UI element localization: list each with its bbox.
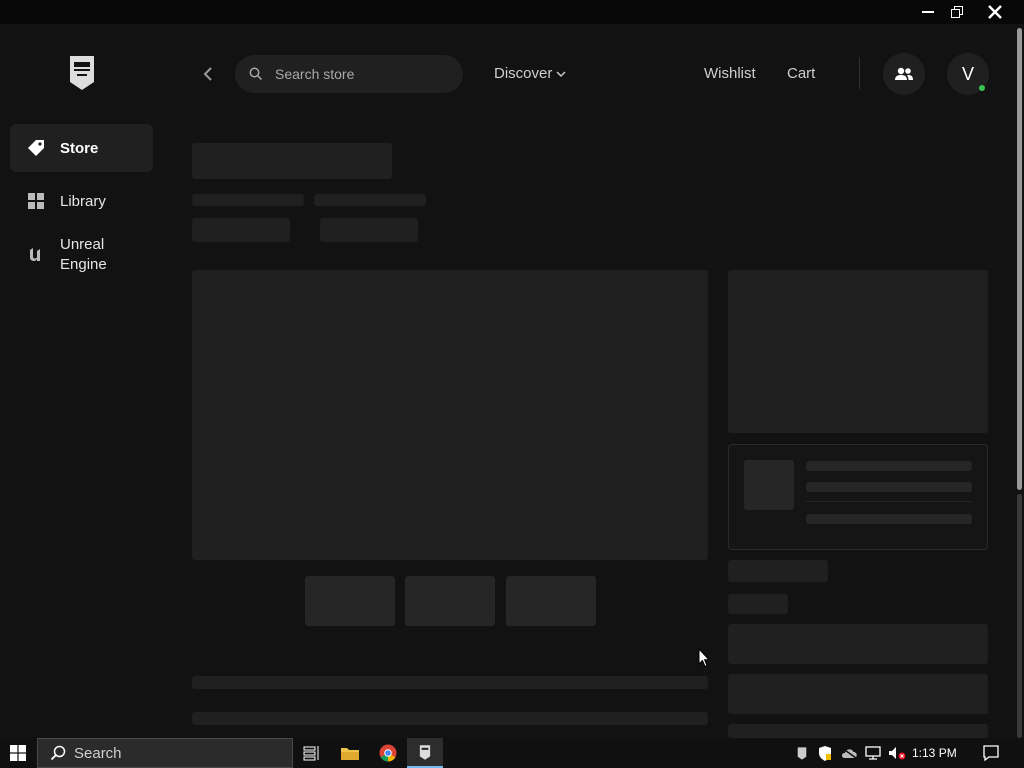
sidebar-item-label: Store [60, 139, 99, 157]
file-explorer-button[interactable] [332, 738, 368, 768]
skeleton-thumbnail [305, 576, 395, 626]
tray-network-icon[interactable] [864, 738, 882, 768]
online-status-badge [979, 85, 985, 91]
skeleton-meta-2 [314, 194, 426, 206]
search-store-field[interactable] [235, 55, 463, 93]
task-view-button[interactable] [294, 738, 330, 768]
sidebar-item-label: Library [60, 192, 106, 210]
task-view-icon [303, 746, 319, 761]
minimize-button[interactable] [913, 0, 943, 24]
skeleton-card-image [744, 460, 794, 510]
mouse-cursor-icon [698, 648, 710, 668]
search-icon [249, 67, 263, 81]
epic-logo-icon [70, 56, 94, 90]
chrome-icon [379, 744, 397, 762]
skeleton-meta-1 [192, 194, 304, 206]
search-input[interactable] [273, 65, 447, 83]
skeleton-hero-media [192, 270, 708, 560]
skeleton-card-line [806, 514, 972, 524]
scrollbar-thumb[interactable] [1017, 28, 1022, 490]
epic-games-logo[interactable] [68, 56, 96, 95]
chevron-down-icon [556, 71, 566, 77]
unreal-icon [26, 246, 46, 264]
close-icon [988, 5, 1002, 19]
tray-epic-icon[interactable] [793, 738, 811, 768]
tag-icon [26, 139, 46, 157]
epic-logo-icon [797, 746, 807, 760]
skeleton-card-line [806, 482, 972, 492]
skeleton-tab-1 [192, 218, 290, 242]
discover-label: Discover [494, 65, 553, 82]
chrome-button[interactable] [370, 738, 406, 768]
back-button[interactable] [196, 62, 220, 86]
friends-icon [895, 67, 913, 80]
close-button[interactable] [980, 0, 1010, 24]
skeleton-price [728, 560, 828, 582]
window-titlebar [0, 0, 1024, 24]
scrollbar-track[interactable] [1017, 494, 1022, 738]
taskbar-search-label: Search [74, 744, 122, 762]
skeleton-buy-button [728, 624, 988, 664]
network-icon [865, 746, 881, 760]
epic-launcher: Store Library Unreal Engine Discover Wis… [0, 24, 1024, 738]
taskbar-search-box[interactable]: Search [37, 738, 293, 768]
sidebar-item-label: Unreal Engine [60, 236, 107, 273]
skeleton-wishlist-button [728, 674, 988, 714]
folder-icon [341, 748, 359, 760]
epic-launcher-taskbar-button[interactable] [407, 738, 443, 768]
skeleton-card-line [806, 461, 972, 471]
page-scrollbar[interactable] [1014, 28, 1024, 738]
sidebar-item-library[interactable]: Library [10, 177, 153, 225]
sidebar-item-unreal-engine[interactable]: Unreal Engine [10, 230, 153, 280]
friends-button[interactable] [883, 53, 925, 95]
epic-logo-icon [419, 744, 431, 760]
skeleton-details-row [728, 724, 988, 738]
skeleton-text-line [192, 712, 708, 725]
tray-security-icon[interactable] [816, 738, 834, 768]
header-divider [859, 57, 860, 89]
restore-button[interactable] [942, 0, 972, 24]
skeleton-title [192, 143, 392, 179]
sidebar-item-store[interactable]: Store [10, 124, 153, 172]
taskbar-clock[interactable]: 1:13 PM [912, 738, 957, 768]
notification-icon [983, 745, 999, 761]
skeleton-text-line [192, 676, 708, 689]
tray-volume-icon[interactable] [887, 738, 907, 768]
cloud-off-icon [841, 747, 857, 759]
chevron-left-icon [203, 67, 212, 81]
skeleton-info-card [728, 444, 988, 550]
windows-logo-icon [10, 745, 26, 761]
skeleton-tab-2 [320, 218, 418, 242]
discover-dropdown[interactable]: Discover [494, 65, 566, 82]
action-center-button[interactable] [980, 738, 1002, 768]
skeleton-card-divider [806, 501, 972, 502]
minimize-icon [922, 11, 934, 13]
skeleton-thumbnail [405, 576, 495, 626]
volume-muted-icon [889, 747, 906, 760]
skeleton-logo-panel [728, 270, 988, 433]
skeleton-thumbnail [506, 576, 596, 626]
windows-taskbar: Search 1:13 PM [0, 738, 1024, 768]
cart-link[interactable]: Cart [787, 65, 815, 82]
skeleton-badge [728, 594, 788, 614]
start-button[interactable] [0, 738, 36, 768]
tray-cloud-icon[interactable] [840, 738, 858, 768]
wishlist-link[interactable]: Wishlist [704, 65, 756, 82]
grid-icon [26, 193, 46, 209]
shield-icon [819, 745, 831, 761]
search-icon [50, 745, 66, 761]
restore-icon [951, 6, 963, 18]
